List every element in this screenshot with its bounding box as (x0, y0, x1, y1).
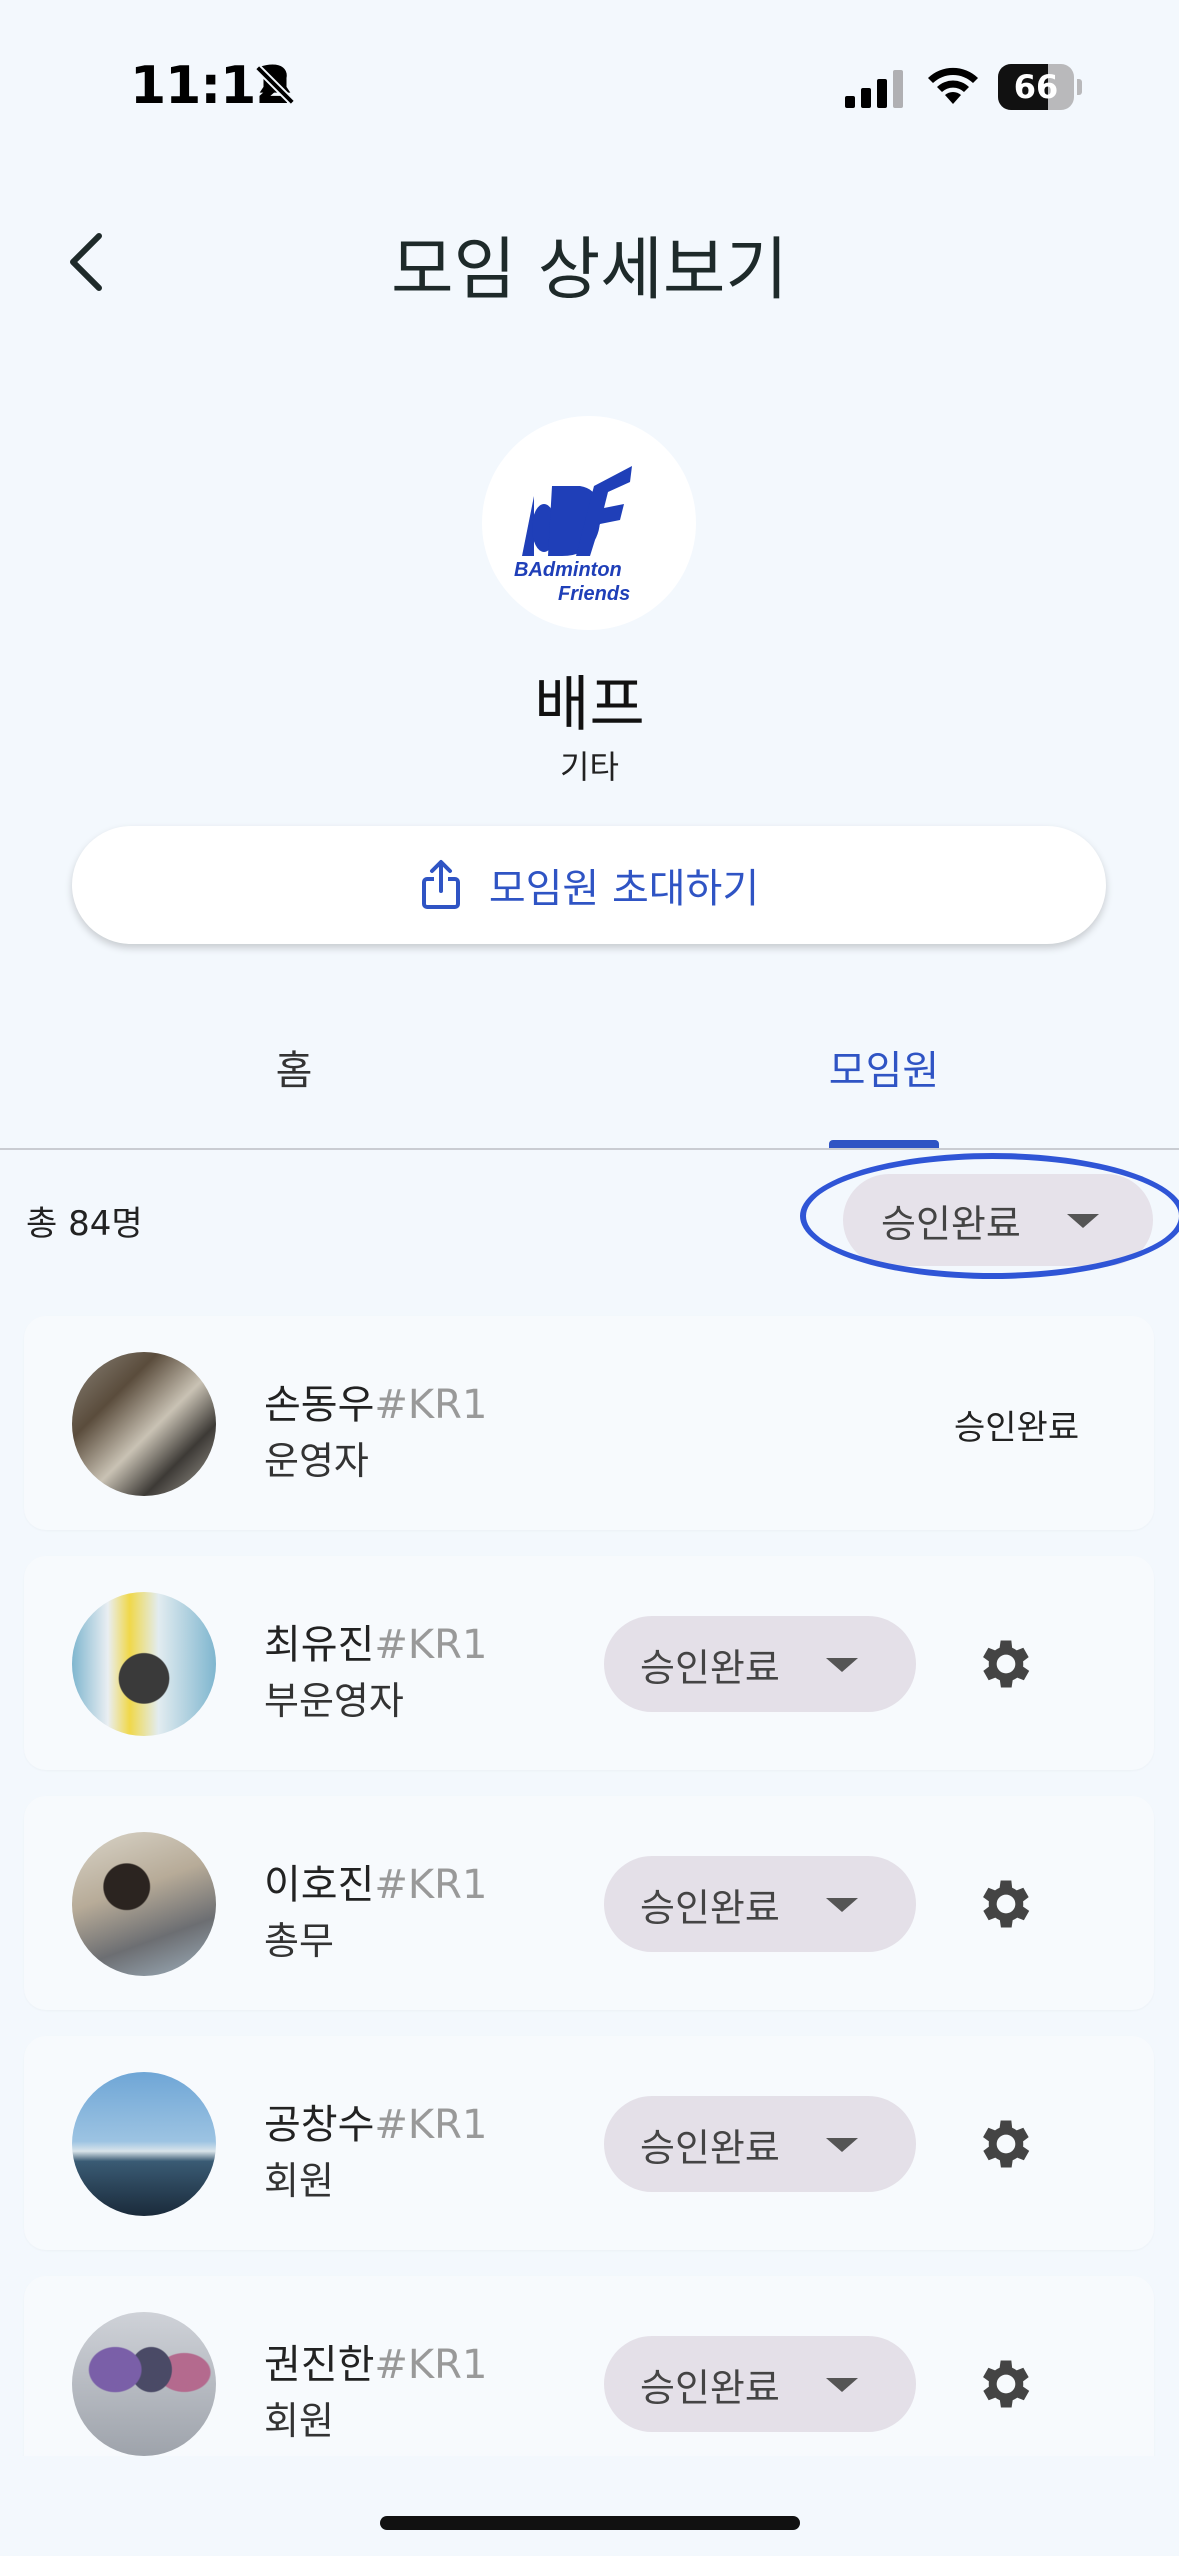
member-tag: #KR1 (374, 2342, 488, 2388)
member-name: 손동우 (264, 1382, 375, 1428)
tab-home[interactable]: 홈 (144, 1038, 444, 1096)
battery-icon: 66 (998, 64, 1082, 110)
member-avatar (72, 1832, 216, 1976)
active-tab-indicator (829, 1140, 939, 1148)
member-total-count: 총 84명 (26, 1204, 143, 1244)
svg-text:BAdminton: BAdminton (514, 559, 622, 581)
group-logo: BAdminton Friends (482, 416, 696, 630)
tab-members[interactable]: 모임원 (734, 1038, 1034, 1096)
member-avatar (72, 2312, 216, 2456)
group-category: 기타 (560, 748, 619, 786)
member-card[interactable]: 이호진#KR1 총무 승인완료 (24, 1796, 1154, 2010)
member-status-dropdown[interactable]: 승인완료 (604, 1856, 916, 1952)
gear-icon[interactable] (974, 2352, 1038, 2416)
cellular-signal-icon (845, 70, 903, 108)
invite-members-button[interactable]: 모임원 초대하기 (72, 826, 1106, 944)
member-status-dropdown[interactable]: 승인완료 (604, 2336, 916, 2432)
member-role: 회원 (264, 2159, 334, 2203)
svg-text:Friends: Friends (558, 583, 630, 605)
tab-divider (0, 1148, 1179, 1150)
status-bar: 11:12 66 (0, 0, 1179, 170)
gear-icon[interactable] (974, 1872, 1038, 1936)
bottom-safe-area (0, 2456, 1179, 2556)
group-name: 배프 (534, 670, 645, 740)
bell-off-icon (255, 65, 295, 105)
member-tag: #KR1 (374, 1382, 488, 1428)
member-tag: #KR1 (374, 1622, 488, 1668)
home-indicator[interactable] (380, 2516, 800, 2530)
member-role: 총무 (264, 1919, 334, 1963)
member-status-value: 승인완료 (640, 2125, 780, 2170)
member-status-text: 승인완료 (954, 1408, 1080, 1448)
member-status-value: 승인완료 (640, 1645, 780, 1690)
gear-icon[interactable] (974, 1632, 1038, 1696)
member-role: 운영자 (264, 1439, 369, 1483)
caret-down-icon (826, 1658, 858, 1672)
member-avatar (72, 2072, 216, 2216)
member-card[interactable]: 최유진#KR1 부운영자 승인완료 (24, 1556, 1154, 1770)
member-name: 권진한 (264, 2342, 375, 2388)
member-name: 이호진 (264, 1862, 375, 1908)
caret-down-icon (826, 2378, 858, 2392)
invite-button-label: 모임원 초대하기 (488, 866, 760, 912)
member-status-value: 승인완료 (640, 1885, 780, 1930)
highlight-annotation (800, 1153, 1179, 1279)
member-role: 회원 (264, 2399, 334, 2443)
gear-icon[interactable] (974, 2112, 1038, 2176)
member-avatar (72, 1592, 216, 1736)
member-avatar (72, 1352, 216, 1496)
page-title: 모임 상세보기 (391, 231, 788, 310)
member-role: 부운영자 (264, 1679, 404, 1723)
member-card[interactable]: 공창수#KR1 회원 승인완료 (24, 2036, 1154, 2250)
member-name: 공창수 (264, 2102, 375, 2148)
member-status-dropdown[interactable]: 승인완료 (604, 2096, 916, 2192)
member-name: 최유진 (264, 1622, 375, 1668)
member-tag: #KR1 (374, 1862, 488, 1908)
caret-down-icon (826, 1898, 858, 1912)
member-status-dropdown[interactable]: 승인완료 (604, 1616, 916, 1712)
member-card[interactable]: 손동우#KR1 운영자 승인완료 (24, 1316, 1154, 1530)
caret-down-icon (826, 2138, 858, 2152)
member-status-value: 승인완료 (640, 2365, 780, 2410)
battery-level: 66 (1013, 68, 1059, 106)
share-icon (421, 860, 460, 909)
member-tag: #KR1 (374, 2102, 488, 2148)
wifi-icon (928, 67, 978, 104)
